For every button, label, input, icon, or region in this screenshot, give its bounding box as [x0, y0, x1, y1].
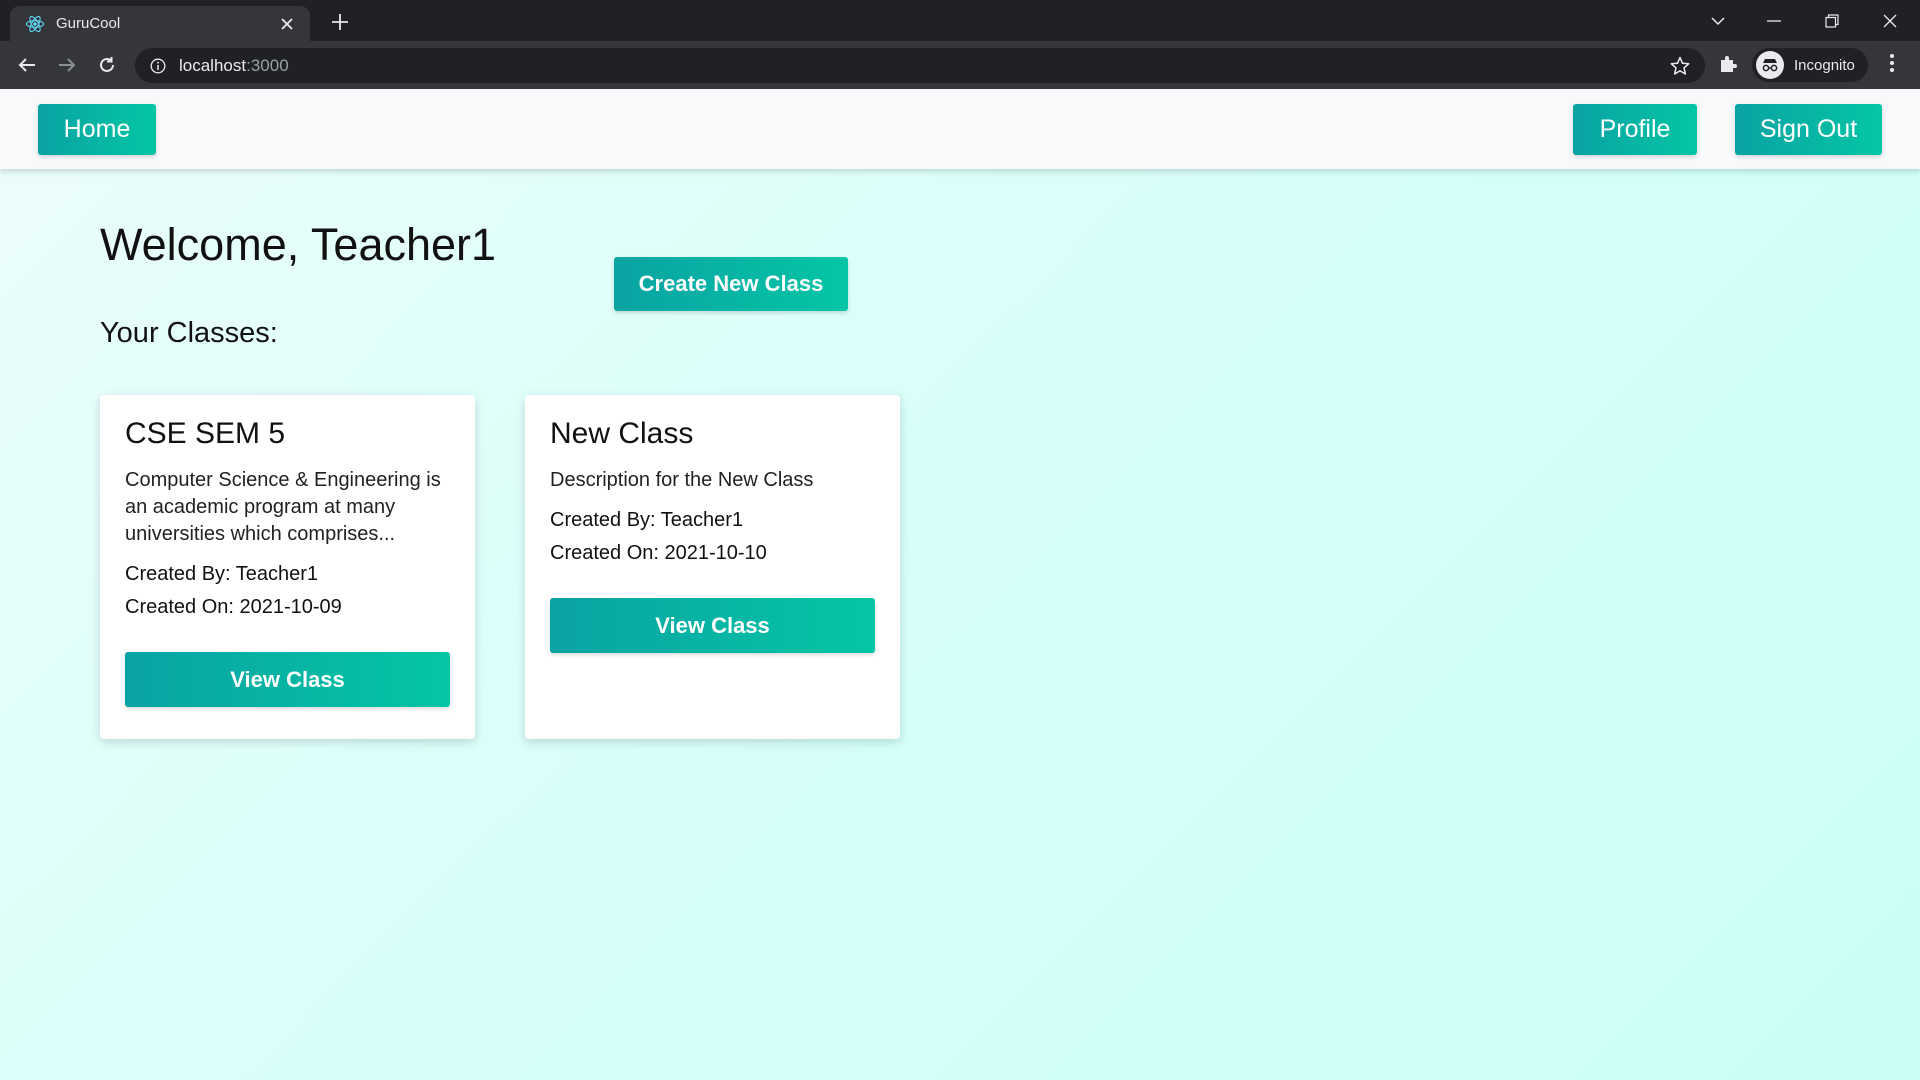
extensions-puzzle-icon[interactable]	[1717, 53, 1741, 77]
page-content: Home Profile Sign Out Welcome, Teacher1 …	[0, 89, 1920, 1080]
sign-out-button[interactable]: Sign Out	[1735, 104, 1882, 155]
incognito-icon	[1756, 51, 1784, 79]
classes-heading: Your Classes:	[100, 317, 278, 349]
class-created-on: Created On: 2021-10-10	[550, 542, 767, 564]
class-created-by: Created By: Teacher1	[125, 563, 319, 585]
class-created-on: Created On: 2021-10-09	[125, 596, 342, 618]
class-card: CSE SEM 5 Computer Science & Engineering…	[100, 395, 475, 739]
home-button[interactable]: Home	[38, 104, 156, 155]
react-icon	[24, 13, 46, 35]
class-description: Description for the New Class	[550, 469, 814, 491]
close-tab-icon[interactable]	[276, 13, 298, 35]
back-arrow-icon[interactable]	[11, 50, 43, 80]
incognito-label: Incognito	[1794, 56, 1855, 74]
tab-title: GuruCool	[56, 15, 121, 32]
info-icon[interactable]	[149, 57, 167, 75]
reload-icon[interactable]	[91, 50, 123, 80]
app-navbar: Home Profile Sign Out	[0, 89, 1920, 169]
close-window-icon[interactable]	[1862, 0, 1918, 41]
incognito-profile-button[interactable]: Incognito	[1752, 48, 1868, 82]
url-port: :3000	[246, 55, 289, 75]
class-description: Computer Science & Engineering is an aca…	[125, 469, 441, 545]
profile-button[interactable]: Profile	[1573, 104, 1697, 155]
tab-search-icon[interactable]	[1690, 0, 1746, 41]
class-created-by: Created By: Teacher1	[550, 509, 744, 531]
new-tab-icon[interactable]	[326, 8, 354, 36]
browser-tab[interactable]: GuruCool	[10, 6, 310, 41]
forward-arrow-icon[interactable]	[51, 50, 83, 80]
url-host: localhost	[179, 55, 247, 75]
minimize-icon[interactable]	[1746, 0, 1802, 41]
class-card: New Class Description for the New Class …	[525, 395, 900, 739]
more-menu-icon[interactable]	[1880, 53, 1904, 77]
view-class-button[interactable]: View Class	[550, 598, 875, 653]
view-class-button[interactable]: View Class	[125, 652, 450, 707]
bookmark-star-icon[interactable]	[1669, 55, 1691, 77]
url-text: localhost:3000	[179, 56, 289, 76]
restore-icon[interactable]	[1804, 0, 1860, 41]
create-new-class-button[interactable]: Create New Class	[614, 257, 848, 311]
browser-toolbar: localhost:3000 Incognito	[0, 41, 1920, 89]
page-title: Welcome, Teacher1	[100, 219, 497, 270]
address-bar[interactable]: localhost:3000	[135, 48, 1705, 83]
class-title: CSE SEM 5	[125, 417, 286, 450]
class-title: New Class	[550, 417, 694, 450]
browser-tabstrip: GuruCool	[0, 0, 1920, 41]
